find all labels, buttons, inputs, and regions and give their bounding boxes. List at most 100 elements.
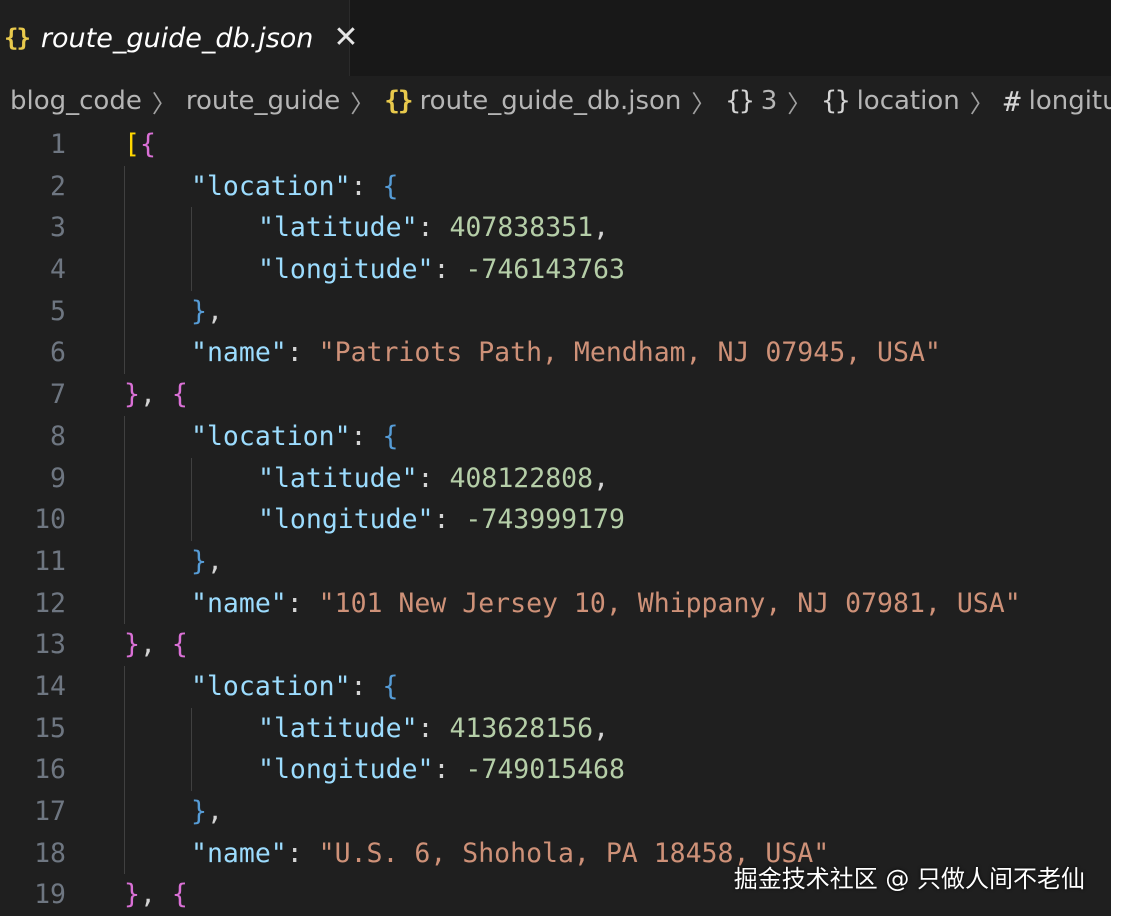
breadcrumb-item-route-guide[interactable]: route_guide	[186, 86, 340, 116]
code-text: "longitude": -746143763	[258, 249, 625, 291]
line-number: 3	[50, 212, 66, 244]
code-line[interactable]: 1 [{	[0, 124, 1111, 166]
code-line[interactable]: 16 "longitude": -749015468	[0, 749, 1111, 791]
code-line[interactable]: 5},	[0, 290, 1111, 333]
code-text: "longitude": -749015468	[258, 749, 625, 791]
code-token: "longitude"	[258, 504, 434, 536]
code-token: "longitude"	[258, 254, 434, 286]
line-number: 17	[34, 796, 66, 827]
code-token: -746143763	[465, 254, 625, 286]
code-text: "location": {	[191, 416, 398, 458]
code-text: "latitude": 413628156,	[258, 708, 609, 750]
code-text: "name": "101 New Jersey 10, Whippany, NJ…	[191, 583, 1021, 625]
code-token: {	[171, 879, 188, 911]
code-line[interactable]: 17},	[0, 791, 1111, 833]
code-token: "101 New Jersey 10, Whippany, NJ 07981, …	[318, 587, 1021, 619]
code-token: ,	[139, 379, 172, 411]
code-line[interactable]: 6 "name": "Patriots Path, Mendham, NJ 079…	[0, 332, 1111, 375]
indent-guide	[124, 749, 125, 791]
tab-label: route_guide_db.json	[40, 22, 314, 54]
line-number: 2	[50, 170, 66, 202]
code-line[interactable]: 12 "name": "101 New Jersey 10, Whippany, …	[0, 582, 1111, 625]
breadcrumb-item-location[interactable]: location	[857, 86, 960, 116]
code-text: }, {	[124, 374, 188, 416]
code-token: :	[433, 504, 466, 536]
code-line[interactable]: 3 "latitude": 407838351,	[0, 207, 1111, 250]
chevron-right-icon: 〉	[969, 89, 994, 118]
indent-guide	[124, 832, 125, 875]
code-token: {	[382, 170, 399, 202]
indent-guide	[124, 665, 125, 708]
code-area[interactable]: 1[{2 "location": {3 "latitude": 407838351,…	[0, 124, 1111, 916]
code-token: "longitude"	[258, 754, 434, 786]
code-token: "name"	[191, 587, 287, 619]
code-token: -743999179	[465, 504, 625, 536]
code-token: "location"	[191, 670, 351, 702]
indent-guide	[124, 415, 125, 458]
indent-guide	[191, 457, 192, 500]
code-token: :	[433, 254, 466, 286]
code-token: :	[350, 170, 383, 202]
breadcrumb-item-index[interactable]: 3	[761, 86, 778, 116]
line-number: 8	[50, 420, 66, 452]
indent-guide	[124, 207, 125, 250]
indent-guide	[124, 707, 125, 750]
code-line[interactable]: 13 }, {	[0, 624, 1111, 666]
code-token: :	[350, 670, 383, 702]
code-text: "location": {	[191, 166, 398, 208]
indent-guide	[191, 207, 192, 250]
code-token: :	[417, 712, 450, 744]
code-line[interactable]: 2 "location": {	[0, 165, 1111, 208]
editor-tab[interactable]: {} route_guide_db.json ✕	[0, 0, 359, 76]
code-token: ,	[206, 545, 223, 577]
breadcrumb: blog_code 〉 route_guide 〉 {} route_guide…	[0, 76, 1111, 126]
code-token: ,	[139, 629, 172, 661]
code-token: [	[124, 129, 140, 160]
indent-guide	[124, 791, 125, 833]
code-token: }	[191, 545, 207, 577]
code-line[interactable]: 11},	[0, 540, 1111, 583]
indent-guide	[124, 499, 125, 541]
tab-bar: {} route_guide_db.json ✕	[0, 0, 1111, 76]
breadcrumb-item-blog-code[interactable]: blog_code	[10, 86, 142, 116]
code-line[interactable]: 8 "location": {	[0, 415, 1111, 458]
chevron-right-icon: 〉	[151, 89, 176, 118]
line-number: 6	[50, 337, 66, 369]
code-token: :	[350, 420, 383, 452]
code-line[interactable]: 7}, {	[0, 374, 1111, 416]
code-token: :	[417, 462, 450, 494]
code-line[interactable]: 10 "longitude": -743999179	[0, 499, 1111, 541]
code-text: }, {	[124, 624, 188, 666]
code-line[interactable]: 4 "longitude": -746143763	[0, 249, 1111, 291]
code-line[interactable]: 15 "latitude": 413628156,	[0, 707, 1111, 750]
number-icon: #	[1003, 84, 1021, 118]
code-line[interactable]: 9 "latitude": 408122808,	[0, 457, 1111, 500]
code-token: "location"	[191, 170, 351, 202]
indent-guide	[191, 249, 192, 291]
indent-guide	[191, 749, 192, 791]
breadcrumb-item-longitude[interactable]: longitude	[1029, 86, 1111, 116]
chevron-right-icon: 〉	[350, 89, 375, 118]
code-token: :	[417, 212, 450, 244]
code-token: "latitude"	[258, 462, 418, 494]
close-icon[interactable]: ✕	[333, 23, 358, 53]
watermark: 掘金技术社区 @ 只做人间不老仙	[733, 865, 1085, 893]
line-number: 11	[34, 545, 66, 577]
line-number: 9	[50, 462, 66, 494]
code-token: {	[382, 670, 399, 702]
code-line[interactable]: 14 "location": {	[0, 665, 1111, 708]
indent-guide	[191, 499, 192, 541]
code-token: 413628156	[449, 712, 594, 744]
line-number: 13	[34, 629, 66, 661]
code-editor[interactable]: {} route_guide_db.json ✕ blog_code 〉 rou…	[0, 0, 1111, 916]
line-number: 12	[34, 587, 66, 619]
code-token: -749015468	[465, 754, 625, 786]
code-token: }	[124, 629, 140, 661]
code-token: :	[433, 754, 466, 786]
breadcrumb-item-file[interactable]: route_guide_db.json	[420, 86, 682, 116]
object-icon: {}	[821, 86, 850, 116]
json-file-icon: {}	[384, 86, 413, 116]
code-token: ,	[593, 462, 610, 494]
line-number: 18	[34, 837, 66, 869]
code-token: ,	[593, 212, 610, 244]
